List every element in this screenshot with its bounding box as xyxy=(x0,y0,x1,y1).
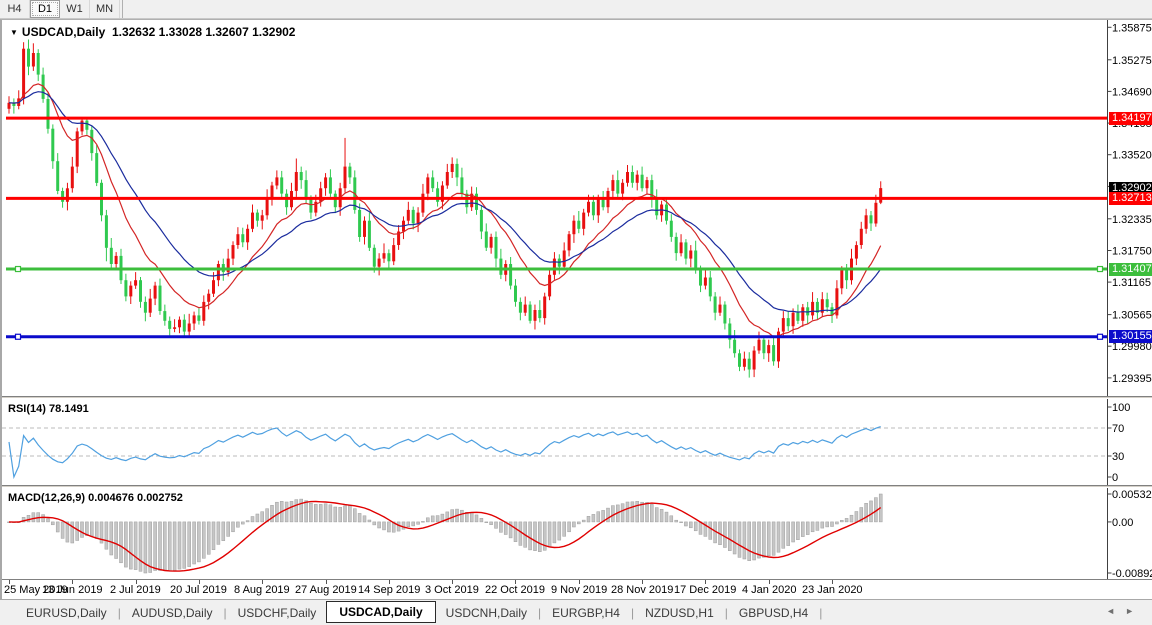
svg-text:1.31750: 1.31750 xyxy=(1112,246,1152,258)
rsi-line xyxy=(9,427,881,477)
price-badge-support-green: 1.31407 xyxy=(1109,263,1152,276)
svg-text:1.34690: 1.34690 xyxy=(1112,86,1152,98)
rsi-indicator-panel[interactable]: 100 70 30 0 RSI(14) 78.1491 xyxy=(2,399,1152,485)
svg-text:1.29395: 1.29395 xyxy=(1112,373,1152,385)
svg-text:30: 30 xyxy=(1112,451,1124,463)
svg-text:1.33520: 1.33520 xyxy=(1112,150,1152,162)
main-chart-canvas[interactable]: 1.358751.352751.346901.341051.335201.329… xyxy=(2,20,1152,396)
tab-scroll-buttons: ◄► xyxy=(1106,606,1144,616)
tab-usdchf-daily[interactable]: USDCHF,Daily xyxy=(228,603,327,623)
macd-label: MACD(12,26,9) 0.004676 0.002752 xyxy=(8,492,183,504)
tab-gbpusd-h4[interactable]: GBPUSD,H4 xyxy=(729,603,818,623)
tab-scroll-right-icon[interactable]: ► xyxy=(1125,606,1144,616)
timeframe-button-w1[interactable]: W1 xyxy=(60,0,90,18)
svg-text:0: 0 xyxy=(1112,472,1118,484)
timeframe-button-h4[interactable]: H4 xyxy=(0,0,30,18)
tab-usdcad-daily[interactable]: USDCAD,Daily xyxy=(326,601,435,623)
tab-audusd-daily[interactable]: AUDUSD,Daily xyxy=(122,603,223,623)
chart-title-symbol: USDCAD,Daily xyxy=(22,25,105,39)
time-axis-label: 8 Aug 2019 xyxy=(234,584,290,596)
chart-tab-bar: EURUSD,Daily| AUDUSD,Daily| USDCHF,Daily… xyxy=(0,599,1152,625)
time-axis-label: 17 Dec 2019 xyxy=(674,584,736,596)
tab-separator: | xyxy=(818,606,823,620)
macd-histogram xyxy=(8,494,883,573)
chart-title: ▼ USDCAD,Daily 1.32632 1.33028 1.32607 1.… xyxy=(10,25,295,39)
svg-text:1.32335: 1.32335 xyxy=(1112,214,1152,226)
ma-slow-line xyxy=(9,92,881,312)
tab-usdcnh-daily[interactable]: USDCNH,Daily xyxy=(436,603,537,623)
svg-text:0.00: 0.00 xyxy=(1112,517,1133,529)
timeframe-toolbar: H4 D1 W1 MN xyxy=(0,0,1152,19)
price-chart-panel[interactable]: 1.358751.352751.346901.341051.335201.329… xyxy=(2,20,1152,396)
time-axis[interactable]: 25 May 201913 Jun 20192 Jul 201920 Jul 2… xyxy=(2,579,1152,598)
svg-text:-0.008929: -0.008929 xyxy=(1112,568,1152,579)
tab-nzdusd-h1[interactable]: NZDUSD,H1 xyxy=(635,603,724,623)
chart-title-dropdown-icon: ▼ xyxy=(10,28,18,37)
time-axis-label: 2 Jul 2019 xyxy=(110,584,161,596)
time-axis-label: 28 Nov 2019 xyxy=(611,584,673,596)
time-axis-label: 9 Nov 2019 xyxy=(551,584,607,596)
chart-window: 1.358751.352751.346901.341051.335201.329… xyxy=(0,19,1152,599)
time-axis-label: 14 Sep 2019 xyxy=(358,584,420,596)
macd-axis: 0.005324 0.00 -0.008929 xyxy=(1108,488,1152,579)
toolbar-separator xyxy=(122,0,123,18)
time-axis-label: 13 Jun 2019 xyxy=(42,584,103,596)
chart-title-ohlc: 1.32632 1.33028 1.32607 1.32902 xyxy=(112,25,296,39)
terminal-window: H4 D1 W1 MN 1.358751.352751.346901.34105… xyxy=(0,0,1152,625)
svg-text:0.005324: 0.005324 xyxy=(1112,489,1152,501)
price-badge-resistance-upper: 1.34197 xyxy=(1109,112,1152,125)
price-badge-support-blue: 1.30155 xyxy=(1109,330,1152,343)
macd-indicator-panel[interactable]: 0.005324 0.00 -0.008929 MACD(12,26,9) 0.00… xyxy=(2,488,1152,579)
svg-text:1.31165: 1.31165 xyxy=(1112,277,1151,289)
svg-text:1.29980: 1.29980 xyxy=(1112,341,1152,353)
tab-scroll-left-icon[interactable]: ◄ xyxy=(1106,606,1125,616)
svg-text:1.30565: 1.30565 xyxy=(1112,310,1152,322)
candlestick-layer xyxy=(8,40,883,378)
horizontal-lines-layer xyxy=(6,118,1107,339)
svg-text:100: 100 xyxy=(1112,402,1130,414)
time-axis-label: 22 Oct 2019 xyxy=(485,584,545,596)
svg-text:1.35875: 1.35875 xyxy=(1112,22,1152,34)
time-axis-label: 3 Oct 2019 xyxy=(425,584,479,596)
tab-eurgbp-h4[interactable]: EURGBP,H4 xyxy=(542,603,630,623)
rsi-axis: 100 70 30 0 xyxy=(1108,399,1131,485)
svg-text:1.35275: 1.35275 xyxy=(1112,55,1152,67)
timeframe-button-d1[interactable]: D1 xyxy=(30,0,60,18)
tab-eurusd-daily[interactable]: EURUSD,Daily xyxy=(16,603,117,623)
rsi-label: RSI(14) 78.1491 xyxy=(8,403,89,415)
time-axis-label: 27 Aug 2019 xyxy=(295,584,357,596)
time-axis-label: 23 Jan 2020 xyxy=(802,584,863,596)
timeframe-button-mn[interactable]: MN xyxy=(90,0,120,18)
rsi-panel-canvas[interactable]: 100 70 30 0 xyxy=(2,399,1152,485)
svg-text:70: 70 xyxy=(1112,423,1124,435)
time-axis-label: 20 Jul 2019 xyxy=(170,584,227,596)
price-badge-resistance-lower: 1.32713 xyxy=(1109,192,1152,205)
time-axis-label: 4 Jan 2020 xyxy=(742,584,796,596)
